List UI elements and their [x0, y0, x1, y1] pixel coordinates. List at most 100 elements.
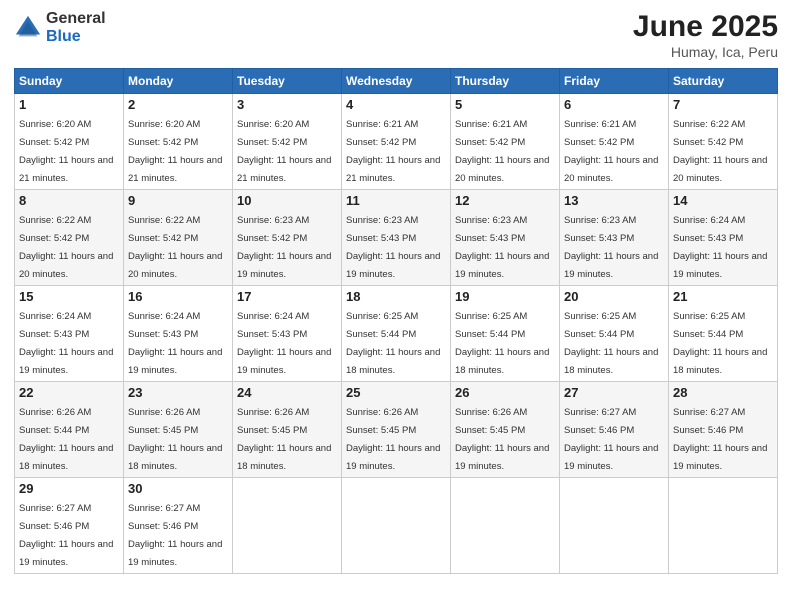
- day-number: 6: [564, 97, 664, 112]
- day-info: Sunrise: 6:26 AMSunset: 5:44 PMDaylight:…: [19, 407, 113, 472]
- day-info: Sunrise: 6:24 AMSunset: 5:43 PMDaylight:…: [673, 215, 767, 280]
- day-number: 15: [19, 289, 119, 304]
- table-row: 9 Sunrise: 6:22 AMSunset: 5:42 PMDayligh…: [124, 190, 233, 286]
- header-tuesday: Tuesday: [233, 69, 342, 94]
- day-number: 9: [128, 193, 228, 208]
- table-row: 19 Sunrise: 6:25 AMSunset: 5:44 PMDaylig…: [451, 286, 560, 382]
- calendar-table: Sunday Monday Tuesday Wednesday Thursday…: [14, 68, 778, 574]
- table-row: [342, 478, 451, 574]
- day-info: Sunrise: 6:20 AMSunset: 5:42 PMDaylight:…: [237, 119, 331, 184]
- day-number: 29: [19, 481, 119, 496]
- day-number: 16: [128, 289, 228, 304]
- header-sunday: Sunday: [15, 69, 124, 94]
- table-row: [451, 478, 560, 574]
- day-number: 26: [455, 385, 555, 400]
- header-thursday: Thursday: [451, 69, 560, 94]
- table-row: 1 Sunrise: 6:20 AMSunset: 5:42 PMDayligh…: [15, 94, 124, 190]
- table-row: 3 Sunrise: 6:20 AMSunset: 5:42 PMDayligh…: [233, 94, 342, 190]
- day-info: Sunrise: 6:25 AMSunset: 5:44 PMDaylight:…: [673, 311, 767, 376]
- logo-icon: [14, 14, 42, 42]
- header-monday: Monday: [124, 69, 233, 94]
- logo-general-text: General: [46, 10, 106, 28]
- day-number: 20: [564, 289, 664, 304]
- day-number: 18: [346, 289, 446, 304]
- logo: General Blue: [14, 10, 106, 45]
- table-row: 18 Sunrise: 6:25 AMSunset: 5:44 PMDaylig…: [342, 286, 451, 382]
- header: General Blue June 2025 Humay, Ica, Peru: [14, 10, 778, 60]
- page: General Blue June 2025 Humay, Ica, Peru …: [0, 0, 792, 612]
- day-number: 27: [564, 385, 664, 400]
- table-row: 22 Sunrise: 6:26 AMSunset: 5:44 PMDaylig…: [15, 382, 124, 478]
- table-row: 2 Sunrise: 6:20 AMSunset: 5:42 PMDayligh…: [124, 94, 233, 190]
- table-row: 28 Sunrise: 6:27 AMSunset: 5:46 PMDaylig…: [669, 382, 778, 478]
- day-number: 13: [564, 193, 664, 208]
- table-row: 23 Sunrise: 6:26 AMSunset: 5:45 PMDaylig…: [124, 382, 233, 478]
- table-row: 17 Sunrise: 6:24 AMSunset: 5:43 PMDaylig…: [233, 286, 342, 382]
- day-number: 23: [128, 385, 228, 400]
- day-info: Sunrise: 6:24 AMSunset: 5:43 PMDaylight:…: [128, 311, 222, 376]
- day-info: Sunrise: 6:27 AMSunset: 5:46 PMDaylight:…: [128, 503, 222, 568]
- day-info: Sunrise: 6:23 AMSunset: 5:43 PMDaylight:…: [455, 215, 549, 280]
- day-number: 28: [673, 385, 773, 400]
- day-info: Sunrise: 6:20 AMSunset: 5:42 PMDaylight:…: [19, 119, 113, 184]
- day-number: 14: [673, 193, 773, 208]
- table-row: 4 Sunrise: 6:21 AMSunset: 5:42 PMDayligh…: [342, 94, 451, 190]
- day-info: Sunrise: 6:27 AMSunset: 5:46 PMDaylight:…: [673, 407, 767, 472]
- table-row: 11 Sunrise: 6:23 AMSunset: 5:43 PMDaylig…: [342, 190, 451, 286]
- day-info: Sunrise: 6:21 AMSunset: 5:42 PMDaylight:…: [564, 119, 658, 184]
- table-row: [560, 478, 669, 574]
- day-info: Sunrise: 6:22 AMSunset: 5:42 PMDaylight:…: [673, 119, 767, 184]
- table-row: 30 Sunrise: 6:27 AMSunset: 5:46 PMDaylig…: [124, 478, 233, 574]
- table-row: 12 Sunrise: 6:23 AMSunset: 5:43 PMDaylig…: [451, 190, 560, 286]
- table-row: 26 Sunrise: 6:26 AMSunset: 5:45 PMDaylig…: [451, 382, 560, 478]
- day-number: 24: [237, 385, 337, 400]
- logo-blue-text: Blue: [46, 28, 106, 46]
- logo-text: General Blue: [46, 10, 106, 45]
- table-row: 24 Sunrise: 6:26 AMSunset: 5:45 PMDaylig…: [233, 382, 342, 478]
- day-number: 22: [19, 385, 119, 400]
- day-number: 10: [237, 193, 337, 208]
- day-number: 30: [128, 481, 228, 496]
- day-info: Sunrise: 6:24 AMSunset: 5:43 PMDaylight:…: [237, 311, 331, 376]
- day-info: Sunrise: 6:25 AMSunset: 5:44 PMDaylight:…: [455, 311, 549, 376]
- day-number: 25: [346, 385, 446, 400]
- table-row: [669, 478, 778, 574]
- table-row: 5 Sunrise: 6:21 AMSunset: 5:42 PMDayligh…: [451, 94, 560, 190]
- day-info: Sunrise: 6:26 AMSunset: 5:45 PMDaylight:…: [346, 407, 440, 472]
- day-info: Sunrise: 6:22 AMSunset: 5:42 PMDaylight:…: [19, 215, 113, 280]
- day-number: 7: [673, 97, 773, 112]
- day-number: 1: [19, 97, 119, 112]
- day-number: 12: [455, 193, 555, 208]
- title-month: June 2025: [633, 10, 778, 44]
- day-number: 2: [128, 97, 228, 112]
- day-info: Sunrise: 6:23 AMSunset: 5:43 PMDaylight:…: [346, 215, 440, 280]
- title-location: Humay, Ica, Peru: [633, 44, 778, 60]
- day-number: 17: [237, 289, 337, 304]
- day-info: Sunrise: 6:23 AMSunset: 5:43 PMDaylight:…: [564, 215, 658, 280]
- table-row: [233, 478, 342, 574]
- table-row: 10 Sunrise: 6:23 AMSunset: 5:42 PMDaylig…: [233, 190, 342, 286]
- table-row: 21 Sunrise: 6:25 AMSunset: 5:44 PMDaylig…: [669, 286, 778, 382]
- day-number: 3: [237, 97, 337, 112]
- table-row: 7 Sunrise: 6:22 AMSunset: 5:42 PMDayligh…: [669, 94, 778, 190]
- day-info: Sunrise: 6:22 AMSunset: 5:42 PMDaylight:…: [128, 215, 222, 280]
- day-number: 4: [346, 97, 446, 112]
- day-info: Sunrise: 6:20 AMSunset: 5:42 PMDaylight:…: [128, 119, 222, 184]
- table-row: 13 Sunrise: 6:23 AMSunset: 5:43 PMDaylig…: [560, 190, 669, 286]
- day-number: 8: [19, 193, 119, 208]
- day-info: Sunrise: 6:25 AMSunset: 5:44 PMDaylight:…: [346, 311, 440, 376]
- day-number: 21: [673, 289, 773, 304]
- day-info: Sunrise: 6:21 AMSunset: 5:42 PMDaylight:…: [455, 119, 549, 184]
- day-info: Sunrise: 6:26 AMSunset: 5:45 PMDaylight:…: [237, 407, 331, 472]
- table-row: 16 Sunrise: 6:24 AMSunset: 5:43 PMDaylig…: [124, 286, 233, 382]
- header-friday: Friday: [560, 69, 669, 94]
- day-info: Sunrise: 6:27 AMSunset: 5:46 PMDaylight:…: [19, 503, 113, 568]
- header-wednesday: Wednesday: [342, 69, 451, 94]
- day-number: 19: [455, 289, 555, 304]
- table-row: 27 Sunrise: 6:27 AMSunset: 5:46 PMDaylig…: [560, 382, 669, 478]
- day-info: Sunrise: 6:23 AMSunset: 5:42 PMDaylight:…: [237, 215, 331, 280]
- day-info: Sunrise: 6:26 AMSunset: 5:45 PMDaylight:…: [455, 407, 549, 472]
- table-row: 14 Sunrise: 6:24 AMSunset: 5:43 PMDaylig…: [669, 190, 778, 286]
- day-info: Sunrise: 6:25 AMSunset: 5:44 PMDaylight:…: [564, 311, 658, 376]
- table-row: 25 Sunrise: 6:26 AMSunset: 5:45 PMDaylig…: [342, 382, 451, 478]
